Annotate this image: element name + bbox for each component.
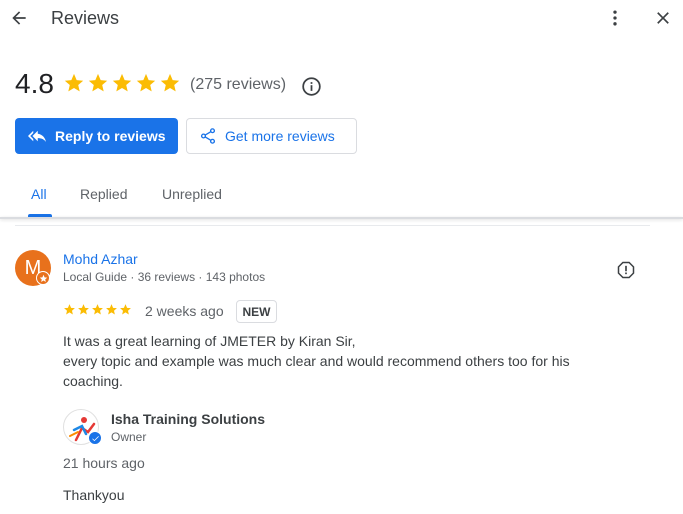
info-button[interactable] bbox=[300, 75, 322, 97]
more-options-button[interactable] bbox=[604, 7, 626, 29]
star-icon bbox=[64, 304, 75, 315]
arrow-back-icon bbox=[12, 11, 26, 25]
review-stars bbox=[63, 303, 132, 316]
owner-name: Isha Training Solutions bbox=[111, 411, 266, 427]
get-more-reviews-button[interactable]: Get more reviews bbox=[186, 118, 357, 154]
tab-unreplied[interactable]: Unreplied bbox=[162, 186, 222, 202]
star-icon bbox=[120, 304, 131, 315]
review-text-line: coaching. bbox=[63, 373, 123, 389]
reply-all-icon bbox=[28, 130, 46, 142]
back-button[interactable] bbox=[8, 7, 30, 29]
report-icon bbox=[617, 261, 635, 279]
tab-replied[interactable]: Replied bbox=[80, 186, 127, 202]
star-icon bbox=[106, 304, 117, 315]
reviewer-meta: Local Guide · 36 reviews · 143 photos bbox=[63, 270, 266, 284]
review-time: 2 weeks ago bbox=[145, 303, 224, 319]
get-more-reviews-label: Get more reviews bbox=[225, 128, 335, 144]
star-icon bbox=[136, 73, 156, 92]
local-guide-badge-icon bbox=[36, 271, 50, 285]
reply-time: 21 hours ago bbox=[63, 455, 145, 471]
reply-to-reviews-button[interactable]: Reply to reviews bbox=[15, 118, 178, 154]
owner-role: Owner bbox=[111, 430, 147, 444]
star-icon bbox=[64, 73, 84, 92]
tab-all[interactable]: All bbox=[31, 186, 47, 202]
report-review-button[interactable] bbox=[615, 259, 637, 281]
star-icon bbox=[160, 73, 180, 92]
star-icon bbox=[88, 73, 108, 92]
page-title: Reviews bbox=[51, 8, 120, 28]
star-icon bbox=[112, 73, 132, 92]
review-divider bbox=[15, 225, 650, 226]
reviewer-name[interactable]: Mohd Azhar bbox=[63, 251, 138, 267]
close-button[interactable] bbox=[652, 7, 674, 29]
new-badge: NEW bbox=[236, 300, 277, 323]
tabs-divider bbox=[0, 217, 683, 219]
review-count: (275 reviews) bbox=[190, 76, 287, 93]
close-icon bbox=[657, 12, 669, 24]
review-text-line: It was a great learning of JMETER by Kir… bbox=[63, 333, 356, 349]
reply-text: Thankyou bbox=[63, 487, 125, 503]
info-icon bbox=[301, 76, 321, 96]
reply-to-reviews-label: Reply to reviews bbox=[55, 128, 166, 144]
more-vert-icon bbox=[613, 10, 617, 26]
review-text-line: every topic and example was much clear a… bbox=[63, 353, 570, 369]
star-icon bbox=[92, 304, 103, 315]
share-icon bbox=[200, 128, 216, 144]
verified-icon bbox=[88, 431, 102, 445]
rating-stars bbox=[63, 72, 181, 94]
rating-value: 4.8 bbox=[15, 68, 54, 99]
star-icon bbox=[78, 304, 89, 315]
